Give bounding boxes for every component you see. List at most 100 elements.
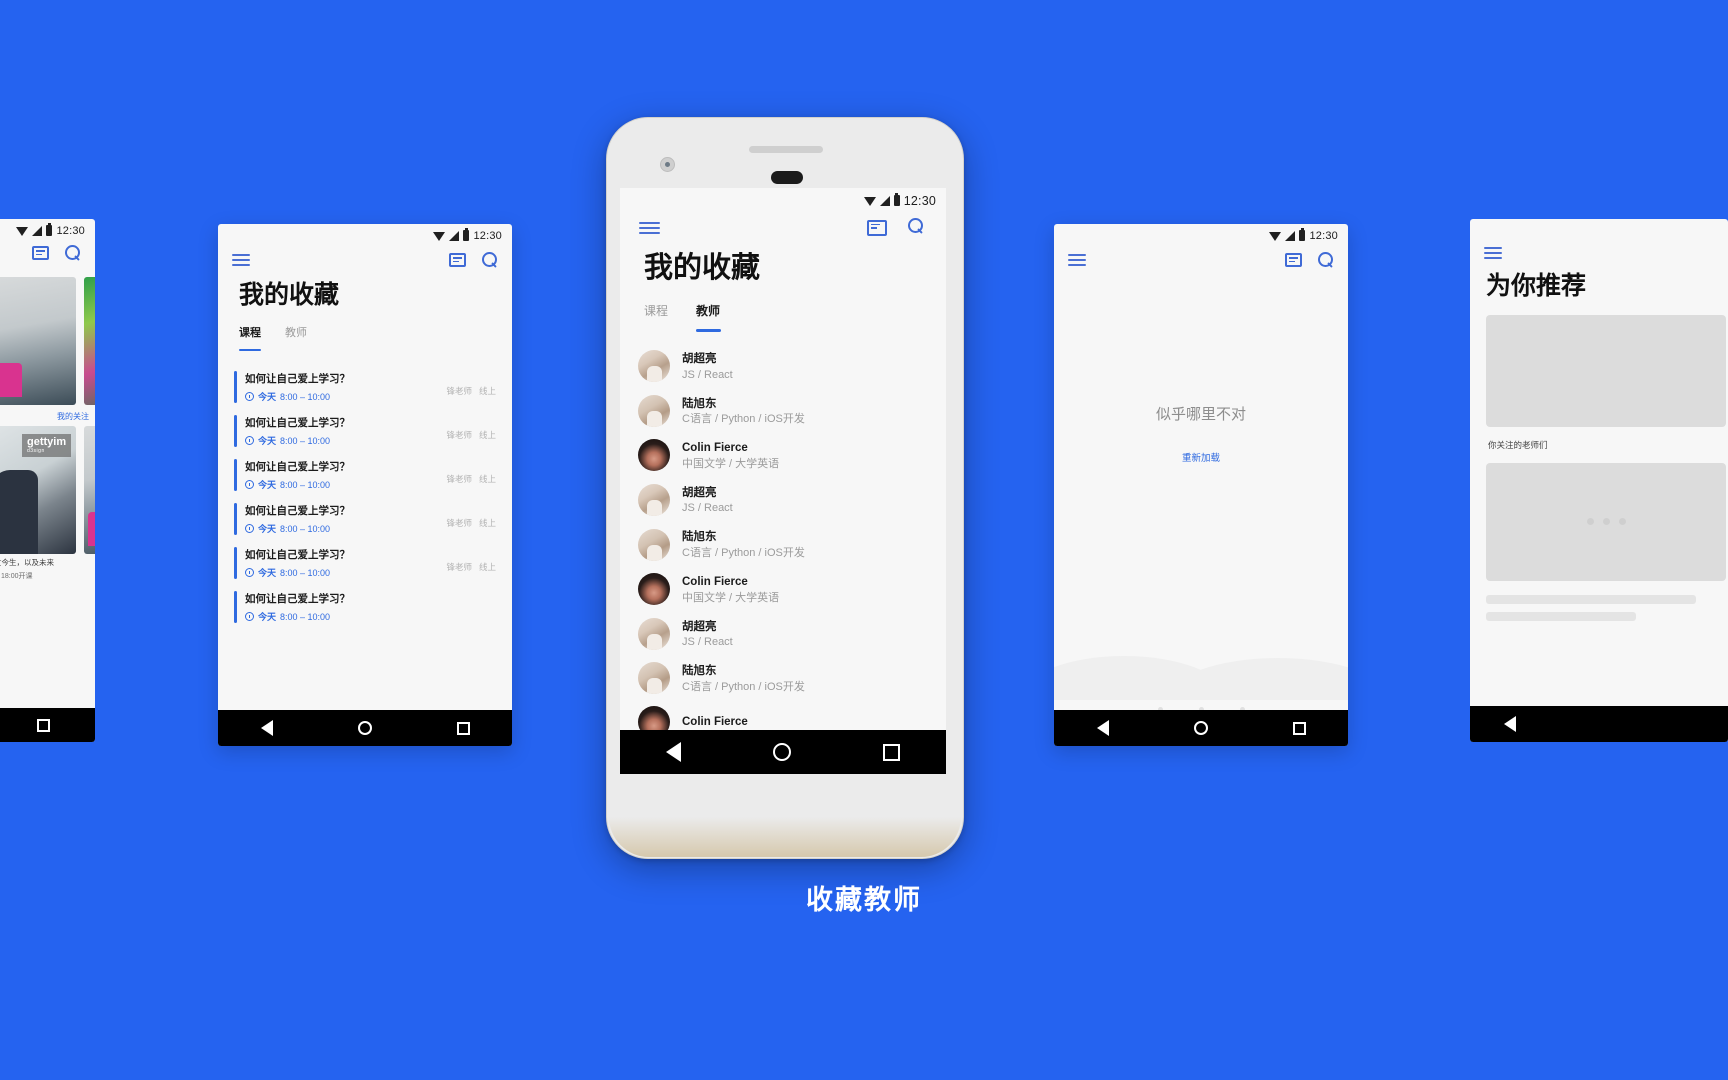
tab-teachers[interactable]: 教师 [285,324,307,340]
clock-icon [245,568,254,577]
hamburger-menu-icon[interactable] [1068,254,1086,266]
course-image-card[interactable] [84,277,95,405]
course-title: 如何让自己爱上学习？ [245,505,350,517]
hamburger-menu-icon[interactable] [1484,247,1502,259]
teacher-row[interactable]: 胡超亮 JS / React [620,478,946,523]
home-circle-icon[interactable] [357,721,372,735]
status-time: 12:30 [903,193,936,208]
chat-bubble-icon[interactable] [867,219,887,236]
course-time: 8:00 – 10:00 [280,567,331,578]
teacher-image-card[interactable]: gettyim d3sign [0,426,76,554]
recents-square-icon[interactable] [37,718,50,732]
teacher-subjects: 中国文学 / 大学英语 [682,457,780,470]
app-bar [1470,239,1728,259]
course-time: 8:00 – 10:00 [280,611,331,622]
avatar [638,484,670,517]
back-triangle-icon[interactable] [260,720,273,736]
error-state: 似乎哪里不对 重新加载 [1054,268,1348,598]
battery-icon [1299,228,1306,241]
teacher-name: 胡超亮 [682,620,717,633]
teacher-subjects: C语言 / Python / iOS开发 [682,413,805,426]
teacher-row[interactable]: 胡超亮 JS / React [620,612,946,657]
course-time: 8:00 – 10:00 [280,523,331,534]
back-triangle-icon[interactable] [1504,716,1516,732]
teacher-subjects: JS / React [682,636,733,649]
teacher-row[interactable]: 陆旭东 C语言 / Python / iOS开发 [620,389,946,434]
loading-dots-icon [1586,518,1626,525]
clock-icon [245,436,254,445]
battery-icon [46,223,53,236]
teacher-row[interactable]: Colin Fierce 中国文学 / 大学英语 [620,567,946,612]
course-title: 如何让自己爱上学习？ [245,549,350,561]
teacher-subjects: C语言 / Python / iOS开发 [682,680,805,693]
recents-square-icon[interactable] [883,743,900,761]
teacher-subjects: JS / React [682,502,733,515]
sensor-pill [771,171,803,184]
course-row[interactable]: 如何让自己爱上学习？ 今天 8:00 – 10:00 锋老师 线上 [218,365,512,409]
search-icon[interactable] [482,252,498,268]
teacher-row[interactable]: 陆旭东 C语言 / Python / iOS开发 [620,522,946,567]
course-row[interactable]: 如何让自己爱上学习？ 今天 8:00 – 10:00 锋老师 线上 [218,453,512,497]
phone-screen-favorites-courses: 12:30 我的收藏 课程 教师 如何让自己爱上学习？ 今天 8:00 – 10… [218,224,512,746]
teacher-row[interactable]: Colin Fierce 中国文学 / 大学英语 [620,433,946,478]
teacher-image-card[interactable] [84,426,95,554]
hamburger-menu-icon[interactable] [639,221,660,234]
status-bar: 12:30 [0,219,95,239]
course-title: 如何让自己爱上学习？ [245,593,350,605]
signal-icon [32,225,43,236]
tab-courses[interactable]: 课程 [644,302,668,319]
back-triangle-icon[interactable] [666,742,681,762]
home-circle-icon[interactable] [773,743,791,761]
course-mode: 线上 [478,386,496,396]
signal-icon [449,230,460,241]
chat-bubble-icon[interactable] [32,246,49,260]
course-teacher: 锋老师 [446,562,472,572]
course-row[interactable]: 如何让自己爱上学习？ 今天 8:00 – 10:00 锋老师 线上 [218,541,512,585]
course-image-card[interactable] [0,277,76,405]
reload-button[interactable]: 重新加载 [1182,450,1220,464]
accent-bar [234,503,237,535]
decorative-clouds [1054,640,1348,700]
course-row[interactable]: 如何让自己爱上学习？ 今天 8:00 – 10:00 锋老师 线上 [218,497,512,541]
signal-icon [1285,230,1296,241]
search-icon[interactable] [65,245,81,261]
home-circle-icon[interactable] [1193,721,1208,735]
page-title: 为你推荐 [1486,272,1587,300]
avatar [638,573,670,606]
tab-teachers[interactable]: 教师 [696,302,722,332]
course-list[interactable]: 如何让自己爱上学习？ 今天 8:00 – 10:00 锋老师 线上 如何让自己爱… [218,351,512,629]
chat-bubble-icon[interactable] [1285,253,1302,267]
course-row[interactable]: 如何让自己爱上学习？ 今天 8:00 – 10:00 [218,585,512,629]
my-follow-link[interactable]: 我的关注 [0,405,95,426]
status-time: 12:30 [1309,229,1338,242]
status-time: 12:30 [473,229,502,242]
course-day: 今天 [258,612,277,622]
accent-bar [234,371,237,403]
teacher-list[interactable]: 胡超亮 JS / React 陆旭东 C语言 / Python / iOS开发 … [620,332,946,743]
phone-screen-recommendations: 为你推荐 你关注的老师们 [1470,219,1728,742]
teacher-row[interactable]: 胡超亮 JS / React [620,344,946,389]
course-day: 今天 [258,436,277,446]
avatar [638,617,670,650]
wifi-icon [1269,232,1282,241]
teacher-name: Colin Fierce [682,716,748,729]
teacher-row[interactable]: 陆旭东 C语言 / Python / iOS开发 [620,656,946,701]
recents-square-icon[interactable] [456,721,470,735]
back-triangle-icon[interactable] [1096,720,1109,736]
course-time: 8:00 – 10:00 [280,435,331,446]
teacher-subjects: 中国文学 / 大学英语 [682,591,780,604]
course-row[interactable]: 如何让自己爱上学习？ 今天 8:00 – 10:00 锋老师 线上 [218,409,512,453]
course-teacher: 锋老师 [446,386,472,396]
recents-square-icon[interactable] [1292,721,1306,735]
search-icon[interactable] [908,218,927,237]
teacher-name: Colin Fierce [682,575,748,588]
status-bar: 12:30 [1054,224,1348,244]
hamburger-menu-icon[interactable] [232,254,250,266]
chat-bubble-icon[interactable] [449,253,466,267]
tab-courses[interactable]: 课程 [239,324,261,351]
teacher-name: 陆旭东 [682,531,717,544]
skeleton-content: 你关注的老师们 [1470,301,1728,621]
avatar [638,528,670,561]
tab-bar: 课程 教师 [620,285,946,332]
search-icon[interactable] [1318,252,1334,268]
